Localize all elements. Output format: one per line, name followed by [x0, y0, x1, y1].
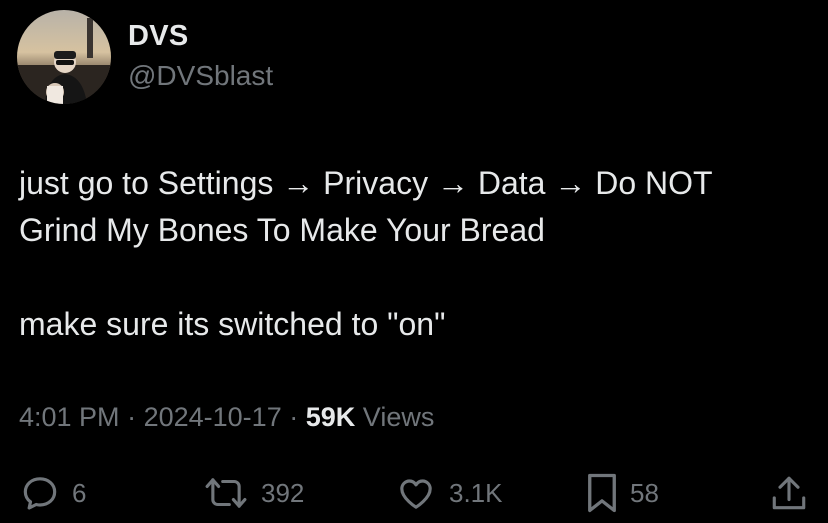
bookmark-button[interactable]: 58: [586, 466, 659, 520]
timestamp-time[interactable]: 4:01 PM: [19, 402, 120, 432]
like-icon: [395, 473, 437, 513]
views-count: 59K: [305, 402, 356, 432]
meta-separator: ·: [127, 402, 137, 432]
like-count: 3.1K: [449, 477, 503, 508]
reply-count: 6: [72, 477, 87, 508]
tweet-line: make sure its switched to "on": [19, 306, 446, 342]
timestamp-date[interactable]: 2024-10-17: [144, 402, 282, 432]
display-name[interactable]: DVS: [128, 20, 189, 53]
tweet-line: just go to Settings → Privacy → Data → D…: [19, 165, 713, 201]
reply-icon: [20, 473, 60, 513]
share-button[interactable]: [771, 466, 807, 520]
views-label: Views: [362, 402, 435, 432]
retweet-button[interactable]: 392: [203, 466, 304, 520]
reply-button[interactable]: 6: [20, 466, 86, 520]
share-icon: [771, 473, 807, 513]
like-button[interactable]: 3.1K: [395, 466, 503, 520]
bookmark-icon: [586, 472, 618, 514]
tweet-line: Grind My Bones To Make Your Bread: [19, 212, 545, 248]
meta-separator: ·: [289, 402, 299, 432]
bookmark-count: 58: [630, 477, 659, 508]
avatar[interactable]: [17, 10, 111, 104]
tweet-meta: 4:01 PM · 2024-10-17 · 59K Views: [19, 402, 434, 433]
retweet-count: 392: [261, 477, 305, 508]
action-bar: 6 392 3.1K 58: [0, 466, 828, 520]
tweet-text: just go to Settings → Privacy → Data → D…: [19, 160, 819, 348]
handle[interactable]: @DVSblast: [128, 60, 273, 92]
retweet-icon: [203, 473, 249, 513]
